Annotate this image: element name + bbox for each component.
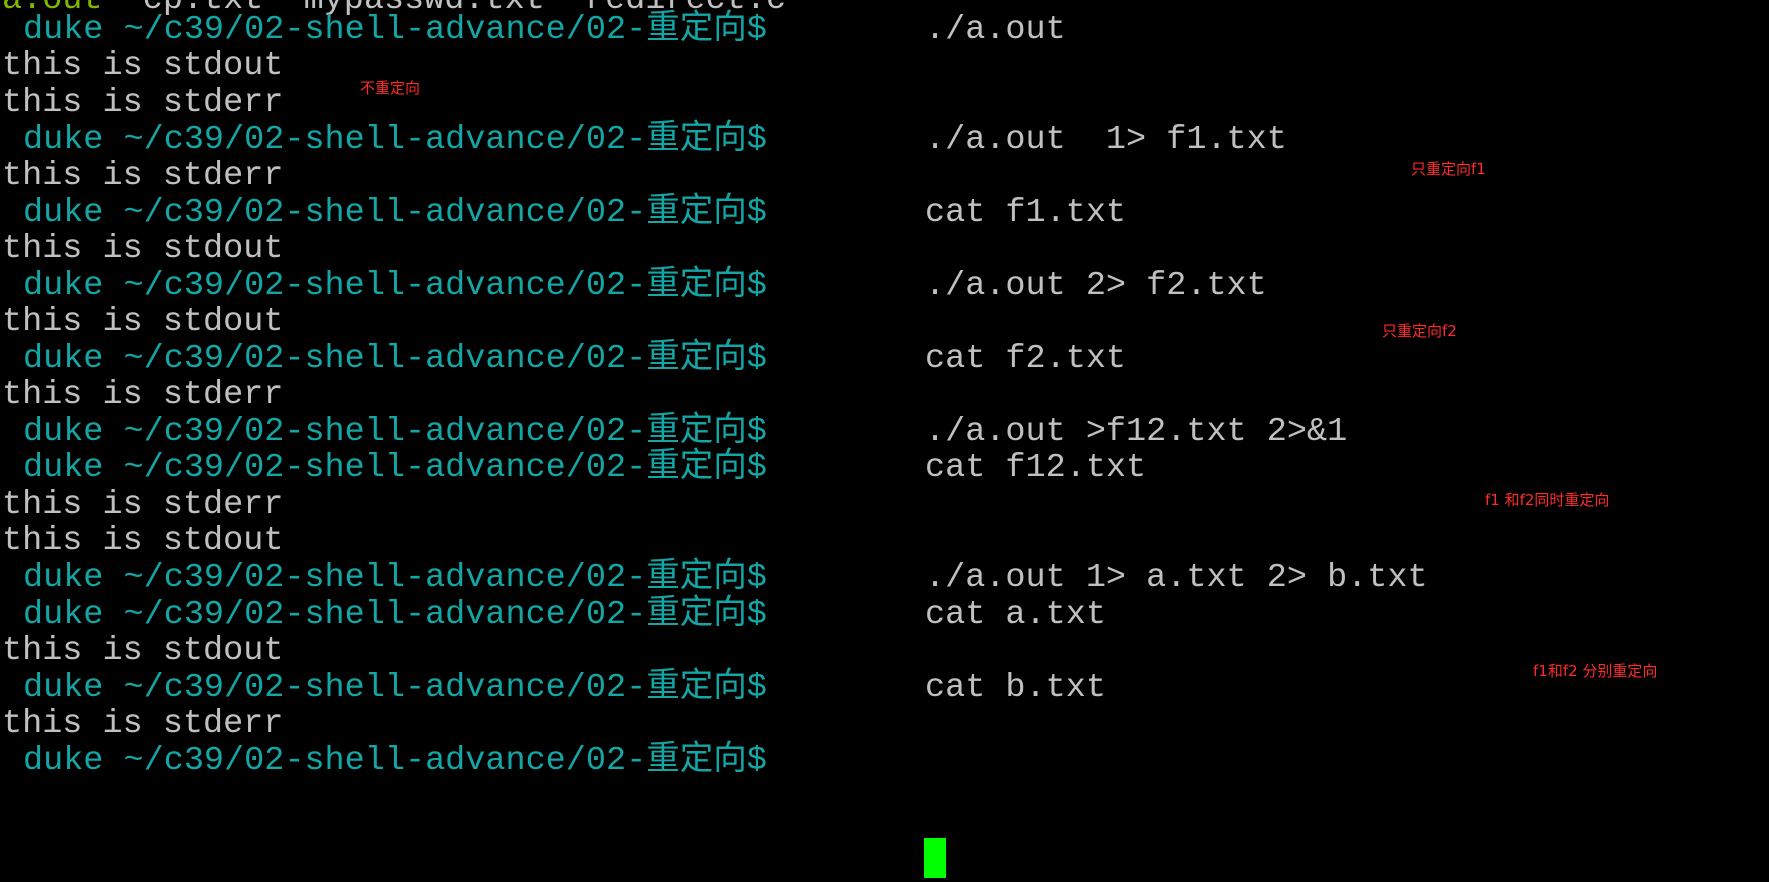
command-text: cat b.txt: [925, 669, 1106, 707]
output-line: this is stdout: [2, 303, 284, 341]
command-text: ./a.out 2> f2.txt: [925, 267, 1267, 305]
shell-prompt: duke ~/c39/02-shell-advance/02-重定向$: [23, 413, 767, 451]
annotation-only-f2: 只重定向f2: [1382, 322, 1457, 340]
shell-prompt: duke ~/c39/02-shell-advance/02-重定向$: [23, 559, 767, 597]
annotation-only-f1: 只重定向f1: [1411, 160, 1486, 178]
shell-prompt: duke ~/c39/02-shell-advance/02-重定向$: [23, 194, 767, 232]
output-line: this is stderr: [2, 84, 284, 122]
output-line: this is stdout: [2, 522, 284, 560]
command-text: ./a.out 1> f1.txt: [925, 121, 1287, 159]
output-line: this is stdout: [2, 230, 284, 268]
shell-prompt: duke ~/c39/02-shell-advance/02-重定向$: [23, 669, 767, 707]
output-line: this is stdout: [2, 47, 284, 85]
command-text: ./a.out: [925, 11, 1066, 49]
shell-prompt: duke ~/c39/02-shell-advance/02-重定向$: [23, 11, 767, 49]
shell-prompt: duke ~/c39/02-shell-advance/02-重定向$: [23, 742, 767, 780]
annotation-no-redirect: 不重定向: [360, 79, 421, 97]
command-text: ./a.out >f12.txt 2>&1: [925, 413, 1348, 451]
output-line: this is stderr: [2, 157, 284, 195]
terminal-window[interactable]: a.out cp.txt mypasswd.txt redirect.c duk…: [0, 0, 1769, 882]
output-line: this is stderr: [2, 705, 284, 743]
shell-prompt: duke ~/c39/02-shell-advance/02-重定向$: [23, 449, 767, 487]
command-text: cat a.txt: [925, 596, 1106, 634]
command-text: cat f1.txt: [925, 194, 1127, 232]
annotation-both-same: f1 和f2同时重定向: [1485, 491, 1610, 509]
command-text: cat f12.txt: [925, 449, 1147, 487]
shell-prompt: duke ~/c39/02-shell-advance/02-重定向$: [23, 267, 767, 305]
output-line: this is stderr: [2, 376, 284, 414]
shell-prompt: duke ~/c39/02-shell-advance/02-重定向$: [23, 596, 767, 634]
command-text: cat f2.txt: [925, 340, 1127, 378]
shell-prompt: duke ~/c39/02-shell-advance/02-重定向$: [23, 121, 767, 159]
shell-prompt: duke ~/c39/02-shell-advance/02-重定向$: [23, 340, 767, 378]
terminal-cursor[interactable]: [924, 838, 946, 878]
output-line: this is stdout: [2, 632, 284, 670]
command-text: ./a.out 1> a.txt 2> b.txt: [925, 559, 1428, 597]
annotation-both-separate: f1和f2 分别重定向: [1533, 662, 1658, 680]
output-line: this is stderr: [2, 486, 284, 524]
